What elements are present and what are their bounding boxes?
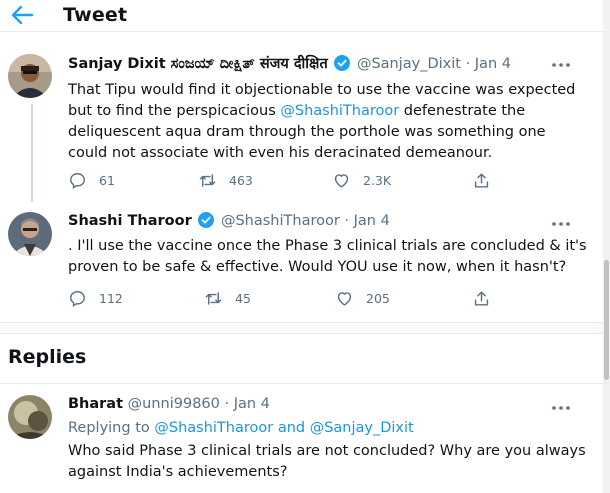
author-name[interactable]: Shashi Tharoor (68, 213, 192, 229)
verified-badge-icon (334, 55, 351, 71)
tweet-text: . I'll use the vaccine once the Phase 3 … (68, 238, 587, 275)
scrollbar-thumb[interactable] (604, 260, 609, 380)
more-horizontal-icon (552, 406, 570, 410)
back-button[interactable] (10, 4, 34, 26)
retweet-count: 45 (235, 290, 251, 306)
tweet-meta: Bharat @unni99860 · Jan 4 (68, 396, 270, 412)
tweet-date[interactable]: Jan 4 (354, 213, 390, 229)
tweet-date[interactable]: Jan 4 (234, 396, 270, 412)
like-button[interactable]: 205 (335, 287, 390, 309)
section-separator (0, 322, 603, 334)
separator-dot: · (224, 396, 230, 412)
replying-and-label: and (277, 420, 306, 436)
reply-count: 112 (99, 290, 123, 306)
comment-icon (70, 290, 85, 307)
replies-heading: Replies (8, 346, 87, 368)
reply-count: 61 (99, 172, 115, 188)
retweet-icon (205, 291, 222, 305)
separator-dot: · (465, 56, 471, 72)
retweet-icon (199, 173, 216, 187)
reply-button[interactable]: 61 (68, 169, 115, 191)
page-title: Tweet (63, 4, 128, 26)
avatar[interactable] (8, 54, 52, 98)
arrow-left-icon (11, 5, 34, 25)
reply-button[interactable]: 112 (68, 287, 123, 309)
retweet-button[interactable]: 463 (198, 169, 253, 191)
thread-connector-line (31, 104, 33, 202)
tweet-meta: Shashi Tharoor @ShashiTharoor · Jan 4 (68, 212, 390, 229)
avatar[interactable] (8, 395, 52, 439)
retweet-count: 463 (229, 172, 253, 188)
tweet-actions: 61 463 2.3K (68, 169, 518, 191)
separator-dot: · (344, 213, 350, 229)
like-count: 205 (366, 290, 390, 306)
verified-badge-icon (198, 212, 215, 228)
more-horizontal-icon (552, 63, 570, 67)
more-options-button[interactable] (551, 216, 571, 230)
author-handle[interactable]: @unni99860 (128, 396, 220, 412)
replying-mention-link[interactable]: @Sanjay_Dixit (310, 420, 414, 436)
scrollbar[interactable] (603, 0, 610, 493)
more-options-button[interactable] (551, 57, 571, 71)
more-horizontal-icon (552, 222, 570, 226)
author-name[interactable]: Bharat (68, 396, 123, 412)
replying-to-label: Replying to (68, 420, 150, 436)
tweet-text: Who said Phase 3 clinical trials are not… (68, 443, 586, 480)
author-handle[interactable]: @ShashiTharoor (221, 213, 340, 229)
like-count: 2.3K (363, 172, 392, 188)
share-icon (474, 172, 489, 188)
heart-icon (337, 291, 352, 306)
avatar[interactable] (8, 212, 52, 256)
page-header: Tweet (0, 0, 603, 32)
share-icon (474, 290, 489, 306)
divider (0, 383, 603, 384)
heart-icon (334, 173, 349, 188)
replying-mention-link[interactable]: @ShashiTharoor (154, 420, 273, 436)
comment-icon (70, 172, 85, 189)
tweet-meta: Sanjay Dixit ಸಂಜಯ್ ದೀಕ್ಷಿತ್ संजय दीक्षित… (68, 53, 511, 73)
like-button[interactable]: 2.3K (332, 169, 391, 191)
author-name[interactable]: Sanjay Dixit ಸಂಜಯ್ ದೀಕ್ಷಿತ್ संजय दीक्षित (68, 56, 328, 72)
tweet-text: That Tipu would find it objectionable to… (68, 80, 588, 164)
share-button[interactable] (472, 169, 503, 191)
tweet-date[interactable]: Jan 4 (475, 56, 511, 72)
mention-link[interactable]: @ShashiTharoor (280, 103, 399, 119)
retweet-button[interactable]: 45 (204, 287, 251, 309)
more-options-button[interactable] (551, 400, 571, 414)
share-button[interactable] (472, 287, 503, 309)
tweet-actions: 112 45 205 (68, 287, 518, 309)
replying-to-line: Replying to @ShashiTharoor and @Sanjay_D… (68, 420, 414, 436)
author-handle[interactable]: @Sanjay_Dixit (357, 56, 461, 72)
